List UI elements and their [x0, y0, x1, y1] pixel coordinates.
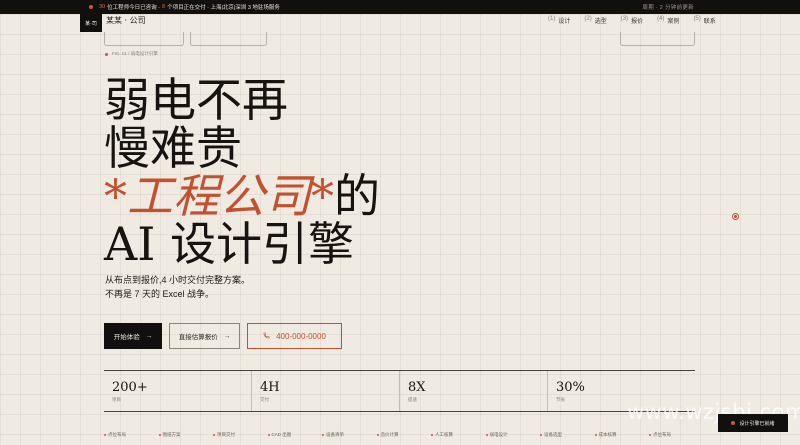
consult-text: 位工程师今日已咨询 · [107, 5, 160, 11]
service-item: CAD 出图 [267, 432, 323, 438]
stat-speedup: 8X 提速 [400, 371, 548, 411]
headline-line-3: *工程公司*的 [104, 169, 380, 223]
nav-outline-mid [190, 32, 267, 46]
service-item: 成本核算 [594, 432, 650, 438]
arrow-right-icon: → [145, 332, 153, 340]
service-item: 造价计算 [376, 432, 432, 438]
update-time: 周期 · 2 分钟前更新 [642, 5, 694, 11]
main-nav: 某·司 某某 · 公司 (1) 设计 (2) 选型 (3) 报价 (4) 案例 … [0, 14, 800, 32]
nav-link-cases[interactable]: (4) 案例 [657, 16, 679, 25]
accent-dot-icon [105, 52, 108, 56]
status-dot-icon [731, 421, 736, 425]
services-ticker: 点位布局 图纸方案 项目交付 CAD 出图 设备清单 造价计算 人工核算 弱电设… [104, 432, 704, 438]
announcement-bar: 30 位工程师今日已咨询 · 8 个项目正在交付 · 上海|北京|深圳 3 地驻… [0, 0, 800, 14]
headline-line-2: 慢难贵 [104, 121, 242, 175]
announcement-message: 30 位工程师今日已咨询 · 8 个项目正在交付 · 上海|北京|深圳 3 地驻… [89, 3, 280, 11]
service-item: 图纸方案 [158, 432, 214, 438]
nav-link-selection[interactable]: (2) 选型 [584, 16, 606, 25]
service-item: 设备选型 [540, 432, 595, 438]
consult-count: 30 [99, 4, 106, 10]
stat-delivery: 4H 交付 [252, 371, 400, 411]
scroll-indicator-icon[interactable] [732, 213, 739, 220]
nav-outline-right [620, 32, 695, 46]
service-item: 设备清单 [322, 432, 377, 438]
nav-link-design[interactable]: (1) 设计 [548, 16, 570, 25]
nav-link-contact[interactable]: (5) 联系 [693, 16, 715, 25]
live-dot-icon [89, 5, 93, 9]
service-item: 点位布局 [104, 432, 159, 438]
project-text: 个项目正在交付 · 上海|北京|深圳 3 地驻场服务 [167, 5, 280, 11]
nav-links: (1) 设计 (2) 选型 (3) 报价 (4) 案例 (5) 联系 [548, 16, 730, 25]
headline-line-1: 弱电不再 [104, 73, 288, 127]
nav-link-quote[interactable]: (3) 报价 [621, 16, 643, 25]
headline-line-4: AI 设计引擎 [104, 217, 355, 271]
start-trial-button[interactable]: 开始体验 → [104, 323, 162, 349]
phone-icon [263, 332, 270, 341]
service-item: 项目交付 [213, 432, 268, 438]
nav-outline-left [104, 32, 184, 46]
service-item: 点位布局 [649, 432, 704, 438]
stat-projects: 200+ 项目 [104, 371, 252, 411]
figure-label: FIG. 01 / 弱电设计引擎 [105, 51, 158, 57]
hero-headline: 弱电不再 慢难贵 *工程公司*的 AI 设计引擎 [104, 76, 380, 268]
phone-button[interactable]: 400-000-0000 [247, 323, 342, 349]
logo[interactable]: 某·司 [80, 14, 102, 32]
service-item: 弱电设计 [485, 432, 541, 438]
stats-strip: 200+ 项目 4H 交付 8X 提速 30% 节省 [104, 370, 695, 412]
estimate-quote-button[interactable]: 直接估算报价 → [169, 323, 240, 349]
service-item: 人工核算 [431, 432, 486, 438]
project-count: 8 [162, 4, 166, 10]
brand-name[interactable]: 某某 · 公司 [106, 15, 146, 26]
arrow-right-icon: → [223, 332, 231, 340]
headline-accent: *工程公司* [104, 169, 334, 223]
engine-status-badge[interactable]: 设计引擎已就绪 [718, 414, 788, 432]
hero-subtext: 从布点到报价,4 小时交付完整方案。 不再是 7 天的 Excel 战争。 [105, 275, 251, 299]
